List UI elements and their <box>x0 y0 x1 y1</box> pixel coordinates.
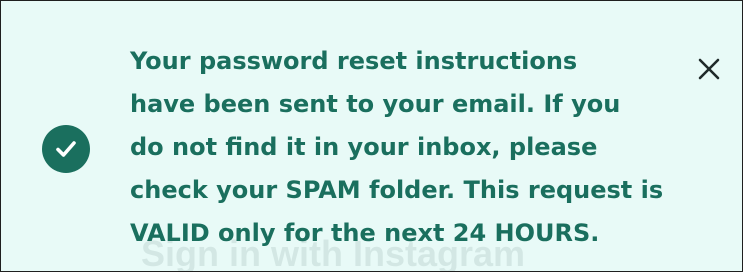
toast-message-line: have been sent to your email. If you <box>130 90 621 118</box>
close-icon <box>698 58 720 80</box>
toast-message-line: VALID only for the next 24 HOURS. <box>130 219 600 247</box>
check-circle-icon <box>42 125 90 173</box>
password-reset-toast: Sign in with Instagram Your password res… <box>0 0 743 272</box>
close-button[interactable] <box>691 51 727 87</box>
toast-message-line: do not find it in your inbox, please <box>130 133 598 161</box>
toast-message: Your password reset instructions have be… <box>130 40 730 255</box>
toast-message-line: check your SPAM folder. This request is <box>130 176 664 204</box>
toast-message-line: Your password reset instructions <box>130 47 578 75</box>
